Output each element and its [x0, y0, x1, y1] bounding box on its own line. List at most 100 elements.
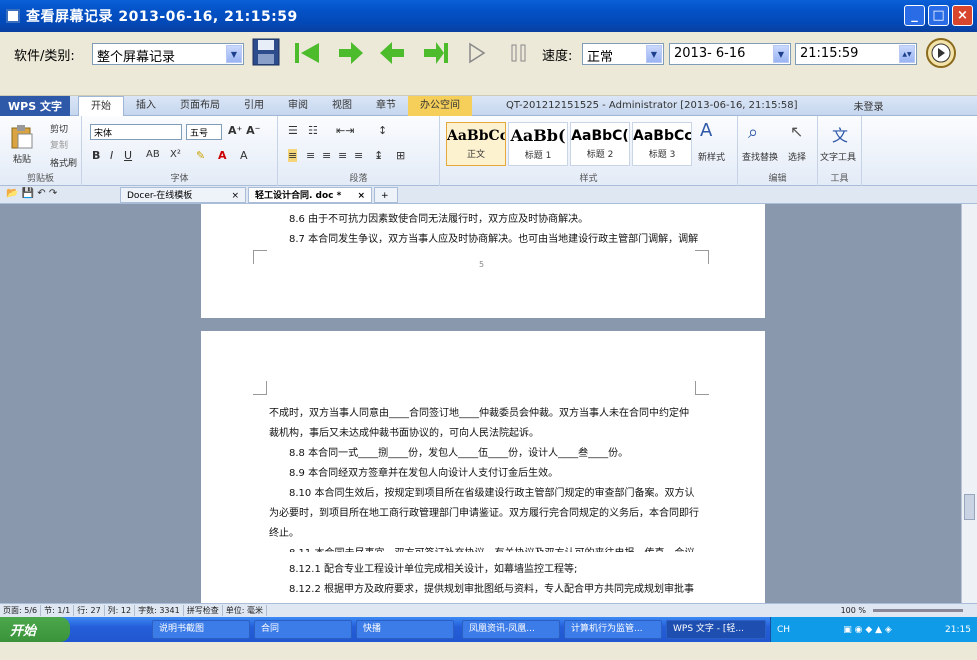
- doc-line: 8.11 本合同未尽事宜，双方可签订补充协议，有关协议及双方认可的来往电报、传真…: [289, 544, 694, 552]
- font-color-icon[interactable]: A: [218, 149, 227, 162]
- doc-line: 8.10 本合同生效后，按规定到项目所在省级建设行政主管部门规定的审查部门备案。…: [289, 488, 695, 499]
- indent-icon[interactable]: ⇤⇥: [336, 124, 354, 137]
- scrollbar-thumb[interactable]: [964, 494, 975, 520]
- highlight-icon[interactable]: ✎: [196, 149, 205, 162]
- paste-icon[interactable]: [10, 124, 34, 150]
- margin-corner: [695, 381, 709, 395]
- taskbar-item[interactable]: 合同: [254, 620, 352, 639]
- pause-icon[interactable]: [508, 42, 530, 64]
- tab-insert[interactable]: 插入: [124, 96, 168, 116]
- margin-corner: [253, 250, 267, 264]
- taskbar-item[interactable]: 说明书截图: [152, 620, 250, 639]
- tab-review[interactable]: 审阅: [276, 96, 320, 116]
- copy-button[interactable]: 复制: [50, 138, 68, 151]
- align-center-icon[interactable]: ≡: [306, 149, 315, 162]
- status-section: 节: 1/1: [41, 605, 75, 616]
- taskbar-item[interactable]: 计算机行为监管...: [564, 620, 662, 639]
- zoom-level: 100 %: [840, 606, 866, 615]
- bottom-strip: [0, 642, 977, 660]
- taskbar-item-active[interactable]: WPS 文字 - [轻...: [666, 620, 766, 639]
- distribute-icon[interactable]: ≡: [354, 149, 363, 162]
- strikethrough-icon[interactable]: AB: [146, 149, 160, 160]
- category-label: 软件/类别:: [14, 49, 75, 64]
- quick-access-icons[interactable]: 📂 💾 ↶ ↷: [6, 188, 57, 199]
- tab-page-layout[interactable]: 页面布局: [168, 96, 232, 116]
- format-painter-button[interactable]: 格式刷: [50, 156, 77, 169]
- last-frame-icon[interactable]: [422, 40, 450, 66]
- font-size-select[interactable]: 五号: [186, 124, 222, 140]
- style-name: 标题 2: [586, 150, 614, 160]
- borders-icon[interactable]: ⊞: [396, 149, 405, 162]
- next-icon[interactable]: [337, 40, 365, 66]
- login-status[interactable]: 未登录: [853, 98, 883, 113]
- tab-office-space[interactable]: 办公空间: [407, 95, 472, 116]
- go-time-icon[interactable]: [925, 37, 957, 69]
- superscript-icon[interactable]: X²: [170, 149, 181, 160]
- text-tools-button[interactable]: 文字工具: [820, 150, 856, 163]
- tab-references[interactable]: 引用: [232, 96, 276, 116]
- new-style-icon[interactable]: A: [700, 120, 712, 141]
- font-name-select[interactable]: 宋体: [90, 124, 182, 140]
- chevron-down-icon: ▼: [226, 45, 242, 63]
- first-frame-icon[interactable]: [293, 40, 321, 66]
- wps-tabbar: WPS 文字 开始 插入 页面布局 引用 审阅 视图 章节 办公空间 QT-20…: [0, 95, 977, 116]
- underline-icon[interactable]: U: [124, 149, 132, 162]
- new-style-button[interactable]: 新样式: [698, 150, 725, 163]
- start-button[interactable]: 开始: [0, 617, 70, 642]
- italic-icon[interactable]: I: [110, 149, 113, 162]
- wps-menu-button[interactable]: WPS 文字: [0, 95, 70, 116]
- justify-icon[interactable]: ≡: [338, 149, 347, 162]
- align-right-icon[interactable]: ≡: [322, 149, 331, 162]
- select-button[interactable]: 选择: [788, 150, 806, 163]
- vertical-scrollbar[interactable]: [961, 204, 977, 603]
- numbered-list-icon[interactable]: ☷: [308, 124, 318, 137]
- find-icon[interactable]: ⌕: [748, 122, 758, 143]
- status-row: 行: 27: [74, 605, 105, 616]
- tray-icons[interactable]: ▣ ◉ ◆ ▲ ◈: [843, 625, 892, 635]
- text-tools-icon[interactable]: 文: [832, 122, 848, 146]
- tab-home[interactable]: 开始: [77, 95, 124, 116]
- taskbar-item[interactable]: 凤凰资讯-凤凰...: [462, 620, 560, 639]
- cut-button[interactable]: 剪切: [50, 122, 68, 135]
- doc-line: 8.12.2 根据甲方及政府要求，提供规划审批图纸与资料，专人配合甲方共同完成规…: [289, 584, 694, 595]
- style-heading-2[interactable]: AaBbC( 标题 2: [570, 122, 630, 166]
- line-spacing-icon[interactable]: ↨: [374, 149, 383, 162]
- tab-docer-templates[interactable]: Docer-在线模板 ×: [120, 187, 246, 203]
- category-select[interactable]: 整个屏幕记录 ▼: [92, 43, 244, 65]
- align-left-icon[interactable]: ≡: [288, 149, 298, 162]
- edit-group-label: 编辑: [768, 174, 787, 184]
- taskbar-item[interactable]: 快播: [356, 620, 454, 639]
- tab-chapter[interactable]: 章节: [364, 96, 408, 116]
- style-heading-1[interactable]: AaBb( 标题 1: [508, 122, 568, 166]
- zoom-slider[interactable]: [873, 609, 963, 612]
- find-replace-button[interactable]: 查找替换: [742, 150, 778, 163]
- tab-view[interactable]: 视图: [320, 96, 364, 116]
- previous-icon[interactable]: [378, 40, 406, 66]
- play-icon[interactable]: [466, 42, 488, 64]
- ime-indicator[interactable]: CH: [777, 625, 790, 635]
- minimize-button[interactable]: _: [904, 5, 925, 26]
- tab-current-document[interactable]: 轻工设计合同. doc * ×: [248, 187, 372, 203]
- margin-corner: [695, 250, 709, 264]
- grow-font-icon[interactable]: A⁺ A⁻: [228, 124, 260, 137]
- close-button[interactable]: ×: [952, 5, 973, 26]
- maximize-button[interactable]: □: [928, 5, 949, 26]
- clock[interactable]: 21:15: [945, 625, 971, 635]
- margin-corner: [253, 381, 267, 395]
- date-picker[interactable]: 2013- 6-16 ▼: [669, 43, 791, 65]
- new-tab-button[interactable]: +: [374, 187, 398, 203]
- style-heading-3[interactable]: AaBbCc 标题 3: [632, 122, 692, 166]
- time-spinner[interactable]: 21:15:59 ▲▼: [795, 43, 917, 65]
- document-canvas[interactable]: 8.6 由于不可抗力因素致使合同无法履行时，双方应及时协商解决。 8.7 本合同…: [0, 204, 961, 603]
- style-normal[interactable]: AaBbCcI 正文: [446, 122, 506, 166]
- bullet-list-icon[interactable]: ☰: [288, 124, 298, 137]
- sort-icon[interactable]: ↕: [378, 124, 387, 137]
- select-cursor-icon[interactable]: ↖: [790, 122, 803, 141]
- document-page-6: 不成时，双方当事人同意由____合同签订地____仲裁委员会仲裁。双方当事人未在…: [201, 331, 765, 603]
- save-icon[interactable]: [252, 38, 280, 66]
- speed-select[interactable]: 正常 ▼: [582, 43, 664, 65]
- char-shading-icon[interactable]: A: [240, 149, 248, 162]
- bold-icon[interactable]: B: [92, 149, 100, 162]
- doc-line: 8.7 本合同发生争议，双方当事人应及时协商解决。也可由当地建设行政主管部门调解…: [289, 234, 699, 245]
- spell-check-toggle[interactable]: 拼写检查: [184, 605, 223, 616]
